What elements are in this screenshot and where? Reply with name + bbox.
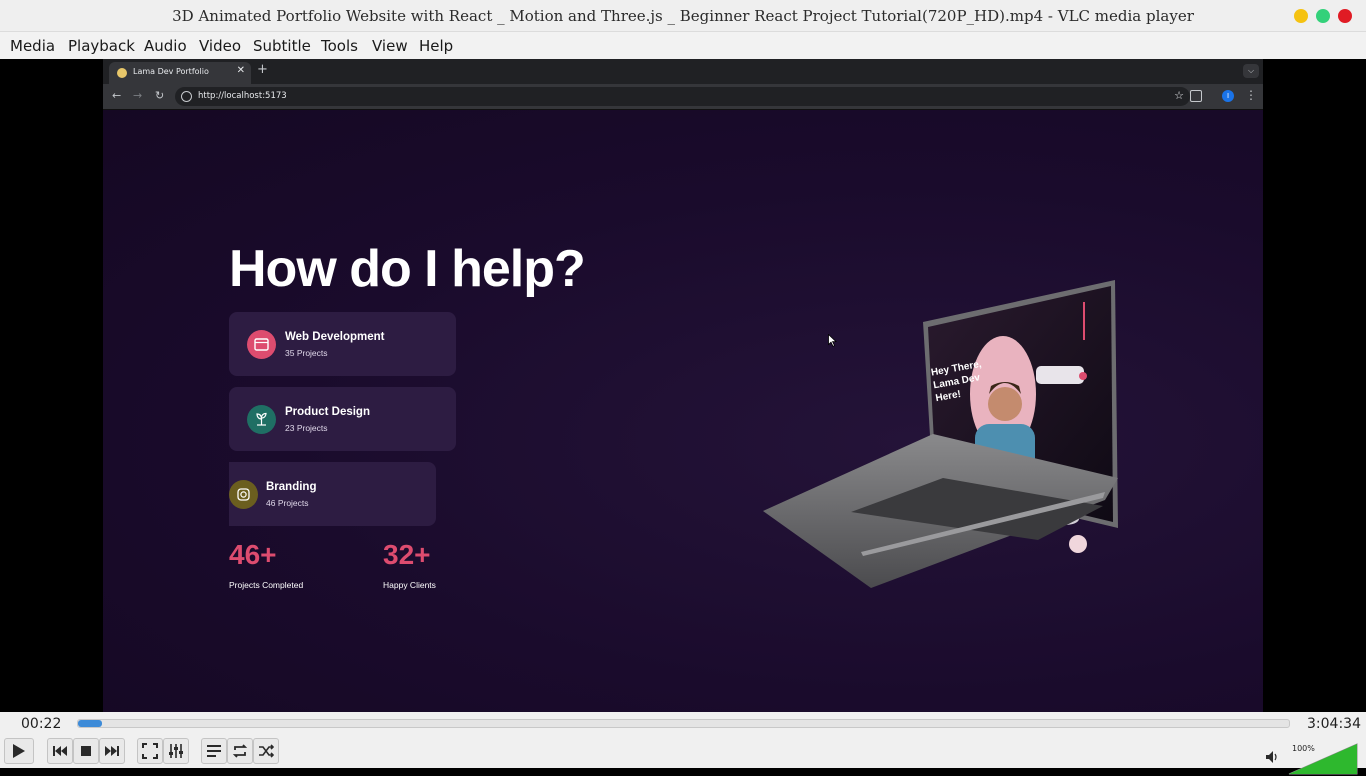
previous-button[interactable]: [47, 738, 73, 764]
browser-menu-icon: ⋮: [1245, 88, 1257, 102]
browser-tab-title: Lama Dev Portfolio: [133, 67, 209, 76]
camera-icon: [229, 480, 258, 509]
menu-media[interactable]: Media: [10, 37, 55, 55]
address-url: http://localhost:5173: [198, 91, 287, 101]
site-info-icon: [181, 91, 192, 102]
address-bar: http://localhost:5173 ☆: [175, 87, 1190, 106]
service-projects: 23 Projects: [285, 423, 328, 433]
extensions-icon: [1190, 90, 1202, 102]
page-heading: How do I help?: [229, 240, 586, 298]
menu-subtitle[interactable]: Subtitle: [253, 37, 311, 55]
service-title: Branding: [266, 481, 317, 493]
skip-previous-icon: [53, 746, 67, 756]
skip-next-icon: [105, 746, 119, 756]
loop-icon: [232, 744, 248, 758]
menu-video[interactable]: Video: [199, 37, 241, 55]
loop-button[interactable]: [227, 738, 253, 764]
elapsed-time: 00:22: [21, 716, 62, 732]
next-button[interactable]: [99, 738, 125, 764]
forward-arrow-icon: →: [133, 89, 143, 102]
menu-tools[interactable]: Tools: [321, 37, 358, 55]
volume-icon[interactable]: [1265, 750, 1279, 764]
laptop-3d-model: Hey There, Lama Dev Here!: [753, 274, 1128, 589]
service-projects: 46 Projects: [266, 498, 309, 508]
equalizer-icon: [169, 744, 183, 758]
fullscreen-button[interactable]: [137, 738, 163, 764]
back-arrow-icon: ←: [112, 89, 122, 102]
service-card-web-development: Web Development 35 Projects: [229, 312, 456, 376]
profile-avatar: I: [1222, 90, 1234, 102]
service-title: Product Design: [285, 406, 370, 418]
menu-bar: Media Playback Audio Video Subtitle Tool…: [0, 32, 1366, 59]
bookmark-star-icon: ☆: [1174, 89, 1184, 102]
tab-close-icon: ✕: [236, 65, 245, 76]
window-title-bar: 3D Animated Portfolio Website with React…: [0, 0, 1366, 32]
playlist-icon: [207, 745, 221, 757]
menu-playback[interactable]: Playback: [68, 37, 135, 55]
service-title: Web Development: [285, 331, 385, 343]
extended-settings-button[interactable]: [163, 738, 189, 764]
service-card-branding: Branding 46 Projects: [229, 462, 436, 526]
stat-projects-label: Projects Completed: [229, 580, 304, 590]
stat-projects-value: 46+: [229, 539, 277, 570]
seek-progress: [78, 720, 103, 727]
close-button[interactable]: [1338, 9, 1352, 23]
volume-slider[interactable]: [1287, 742, 1359, 776]
plant-icon: [247, 405, 276, 434]
stat-clients-value: 32+: [383, 539, 431, 570]
playlist-button[interactable]: [201, 738, 227, 764]
browser-tab: Lama Dev Portfolio ✕: [109, 62, 251, 84]
stop-icon: [81, 746, 91, 756]
new-tab-icon: +: [257, 62, 268, 77]
playback-controls: 00:22 3:04:34 100%: [0, 712, 1366, 775]
menu-audio[interactable]: Audio: [144, 37, 187, 55]
favicon-icon: [117, 68, 127, 78]
minimize-button[interactable]: [1294, 9, 1308, 23]
service-card-product-design: Product Design 23 Projects: [229, 387, 456, 451]
tab-search-icon: ⌵: [1243, 64, 1259, 78]
stat-clients-label: Happy Clients: [383, 580, 436, 590]
fullscreen-icon: [142, 743, 158, 759]
menu-view[interactable]: View: [372, 37, 408, 55]
play-icon: [13, 744, 25, 758]
maximize-button[interactable]: [1316, 9, 1330, 23]
seek-bar[interactable]: [77, 719, 1290, 728]
browser-tab-strip: Lama Dev Portfolio ✕ + ⌵: [103, 59, 1263, 84]
stop-button[interactable]: [73, 738, 99, 764]
total-time: 3:04:34: [1307, 716, 1361, 732]
shuffle-icon: [259, 744, 274, 758]
browser-icon: [247, 330, 276, 359]
menu-help[interactable]: Help: [419, 37, 453, 55]
service-projects: 35 Projects: [285, 348, 328, 358]
browser-toolbar: ← → ↻ http://localhost:5173 ☆ I ⋮: [103, 84, 1263, 110]
video-area[interactable]: Lama Dev Portfolio ✕ + ⌵ ← → ↻ http://lo…: [0, 59, 1366, 712]
play-button[interactable]: [4, 738, 34, 764]
window-title: 3D Animated Portfolio Website with React…: [172, 7, 1194, 25]
shuffle-button[interactable]: [253, 738, 279, 764]
reload-icon: ↻: [155, 89, 165, 102]
video-frame: Lama Dev Portfolio ✕ + ⌵ ← → ↻ http://lo…: [103, 59, 1263, 712]
